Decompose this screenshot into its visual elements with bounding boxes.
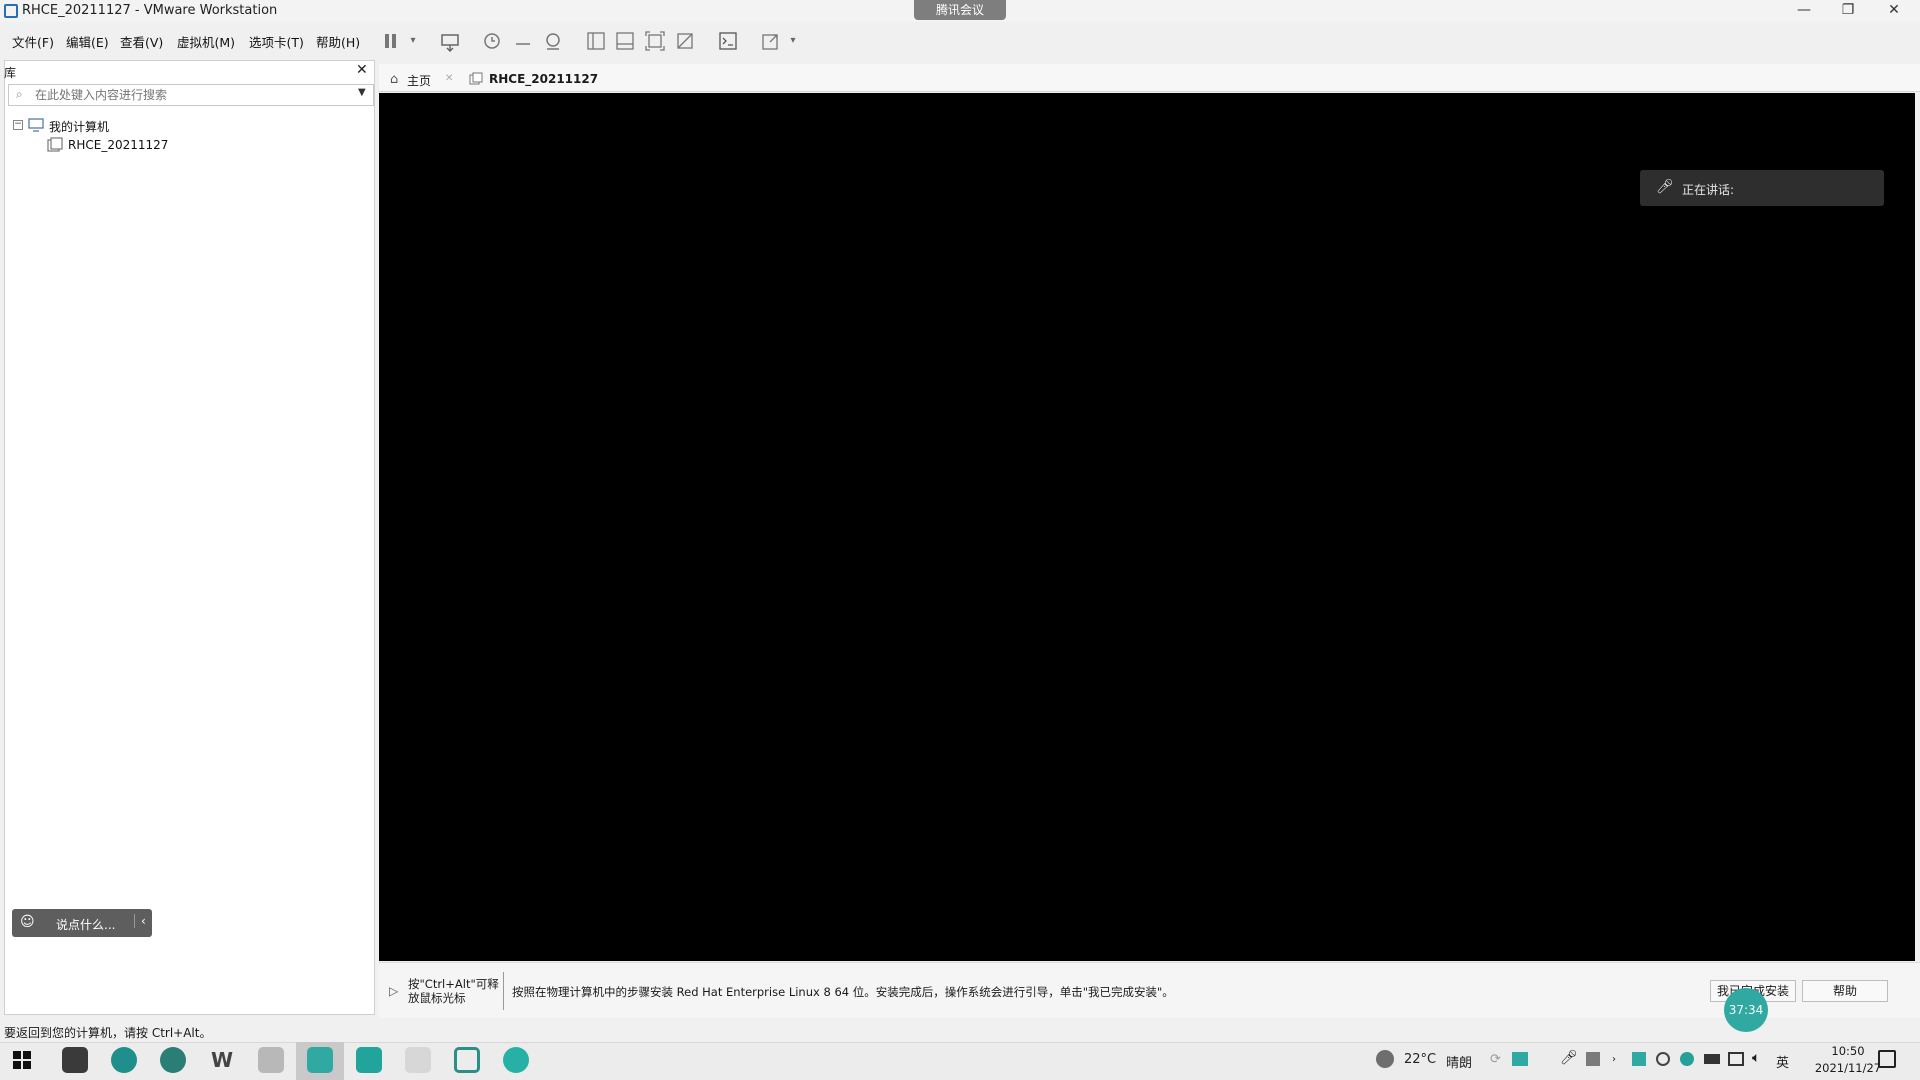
library-close-button[interactable]: ✕	[356, 62, 368, 78]
meeting-indicator[interactable]: 腾讯会议	[914, 0, 1006, 20]
weather-desc: 晴朗	[1446, 1056, 1473, 1071]
emoji-icon[interactable]: ☺	[20, 914, 35, 930]
app-icon-1[interactable]	[62, 1047, 88, 1073]
vmware-app-icon	[4, 4, 18, 18]
vm-console-screen[interactable]	[379, 93, 1915, 961]
microphone-icon: 🎤︎	[1656, 179, 1674, 195]
pause-dropdown-icon[interactable]: ▾	[402, 30, 424, 52]
volume-icon[interactable]: 🔈︎	[1752, 1050, 1760, 1066]
clock[interactable]: 10:50 2021/11/27	[1810, 1043, 1886, 1077]
menu-view[interactable]: 查看(V)	[120, 32, 163, 51]
network-icon[interactable]	[1728, 1052, 1744, 1066]
tray-expand-icon[interactable]: ›	[1612, 1054, 1616, 1065]
vm-icon	[47, 137, 63, 157]
menu-help[interactable]: 帮助(H)	[316, 32, 360, 51]
menu-vm[interactable]: 虚拟机(M)	[177, 32, 235, 51]
notification-icon[interactable]	[1878, 1050, 1896, 1068]
search-icon: ⌕	[16, 87, 23, 101]
revert-snapshot-icon[interactable]	[512, 30, 534, 52]
speaking-indicator: 🎤︎ 正在讲话:	[1640, 170, 1884, 206]
meeting-app-icon[interactable]	[356, 1047, 382, 1073]
cursor-icon: ▷	[389, 984, 399, 998]
snapshot-manager-icon[interactable]	[542, 30, 564, 52]
tab-home[interactable]: 主页	[407, 72, 431, 89]
computer-icon	[28, 118, 44, 136]
wechat-icon[interactable]	[307, 1047, 333, 1073]
restore-button[interactable]: ❐	[1826, 0, 1870, 22]
chat-input-pill[interactable]: ☺ 说点什么... ‹	[12, 909, 152, 937]
weather-icon	[1376, 1050, 1394, 1068]
tray-app-icon[interactable]	[1512, 1052, 1528, 1066]
speaking-label: 正在讲话:	[1682, 183, 1735, 197]
windows-start-icon[interactable]	[12, 1050, 32, 1074]
clock-time: 10:50	[1831, 1044, 1865, 1058]
mouse-release-hint: 按"Ctrl+Alt"可释放鼠标光标	[408, 977, 499, 1005]
sync-icon[interactable]: ⟳	[1490, 1052, 1501, 1067]
image-app-icon[interactable]	[405, 1047, 431, 1073]
close-window-button[interactable]: ✕	[1872, 0, 1916, 22]
status-text: 要返回到您的计算机，请按 Ctrl+Alt。	[4, 1026, 212, 1040]
home-icon: ⌂	[390, 72, 399, 87]
menu-edit[interactable]: 编辑(E)	[66, 32, 109, 51]
weather-temp: 22°C	[1404, 1052, 1437, 1067]
menu-file[interactable]: 文件(F)	[12, 32, 54, 51]
vmware-taskbar-icon[interactable]	[454, 1047, 480, 1073]
window-title: RHCE_20211127 - VMware Workstation	[22, 3, 278, 18]
show-library-icon[interactable]	[585, 30, 607, 52]
battery-icon[interactable]	[1704, 1054, 1720, 1064]
microphone-tray-icon[interactable]: 🎤︎	[1560, 1050, 1578, 1066]
clock-date: 2021/11/27	[1814, 1061, 1882, 1075]
wps-office-icon[interactable]: W	[209, 1047, 235, 1073]
pause-icon[interactable]	[380, 30, 402, 52]
tray-icon-4[interactable]	[1680, 1052, 1694, 1066]
tab-bar	[379, 64, 1920, 92]
chat-placeholder: 说点什么...	[56, 918, 116, 932]
vm-tab-icon	[469, 72, 483, 90]
tray-icon-2[interactable]	[1586, 1052, 1600, 1066]
ime-indicator[interactable]: 英	[1776, 1052, 1789, 1071]
chevron-left-icon[interactable]: ‹	[134, 914, 146, 928]
library-search-input[interactable]	[35, 87, 355, 103]
file-explorer-icon[interactable]	[258, 1047, 284, 1073]
help-button[interactable]: 帮助	[1802, 980, 1888, 1002]
library-search-box[interactable]	[8, 84, 374, 106]
security-tray-icon[interactable]	[1656, 1052, 1670, 1066]
console-view-icon[interactable]	[717, 30, 739, 52]
show-thumbnail-bar-icon[interactable]	[614, 30, 636, 52]
meeting-timer: 37:34	[1724, 988, 1768, 1032]
install-message: 按照在物理计算机中的步骤安装 Red Hat Enterprise Linux …	[512, 985, 1174, 999]
library-panel	[4, 60, 375, 1015]
stretch-guest-icon[interactable]	[760, 30, 782, 52]
snapshot-icon[interactable]	[481, 30, 503, 52]
search-dropdown-icon[interactable]: ▼	[358, 87, 366, 98]
network-app-icon[interactable]	[503, 1047, 529, 1073]
tree-my-computer[interactable]: 我的计算机	[49, 118, 109, 135]
tab-close-icon[interactable]: ✕	[445, 73, 453, 84]
menu-tabs[interactable]: 选项卡(T)	[249, 32, 304, 51]
tray-icon-3[interactable]	[1632, 1052, 1646, 1066]
send-ctrl-alt-del-icon[interactable]	[439, 30, 461, 53]
tree-vm-item[interactable]: RHCE_20211127	[68, 138, 168, 152]
tab-vm[interactable]: RHCE_20211127	[489, 72, 598, 86]
edge-browser-icon[interactable]	[111, 1047, 137, 1073]
full-screen-icon[interactable]	[644, 30, 666, 52]
collapse-toggle-icon[interactable]: −	[13, 120, 23, 130]
hint-divider	[503, 972, 504, 1010]
chrome-browser-icon[interactable]	[160, 1047, 186, 1073]
stretch-dropdown-icon[interactable]: ▾	[782, 30, 804, 52]
unity-icon[interactable]	[674, 30, 696, 52]
minimize-button[interactable]: —	[1782, 0, 1826, 22]
library-header: 库	[4, 66, 17, 80]
